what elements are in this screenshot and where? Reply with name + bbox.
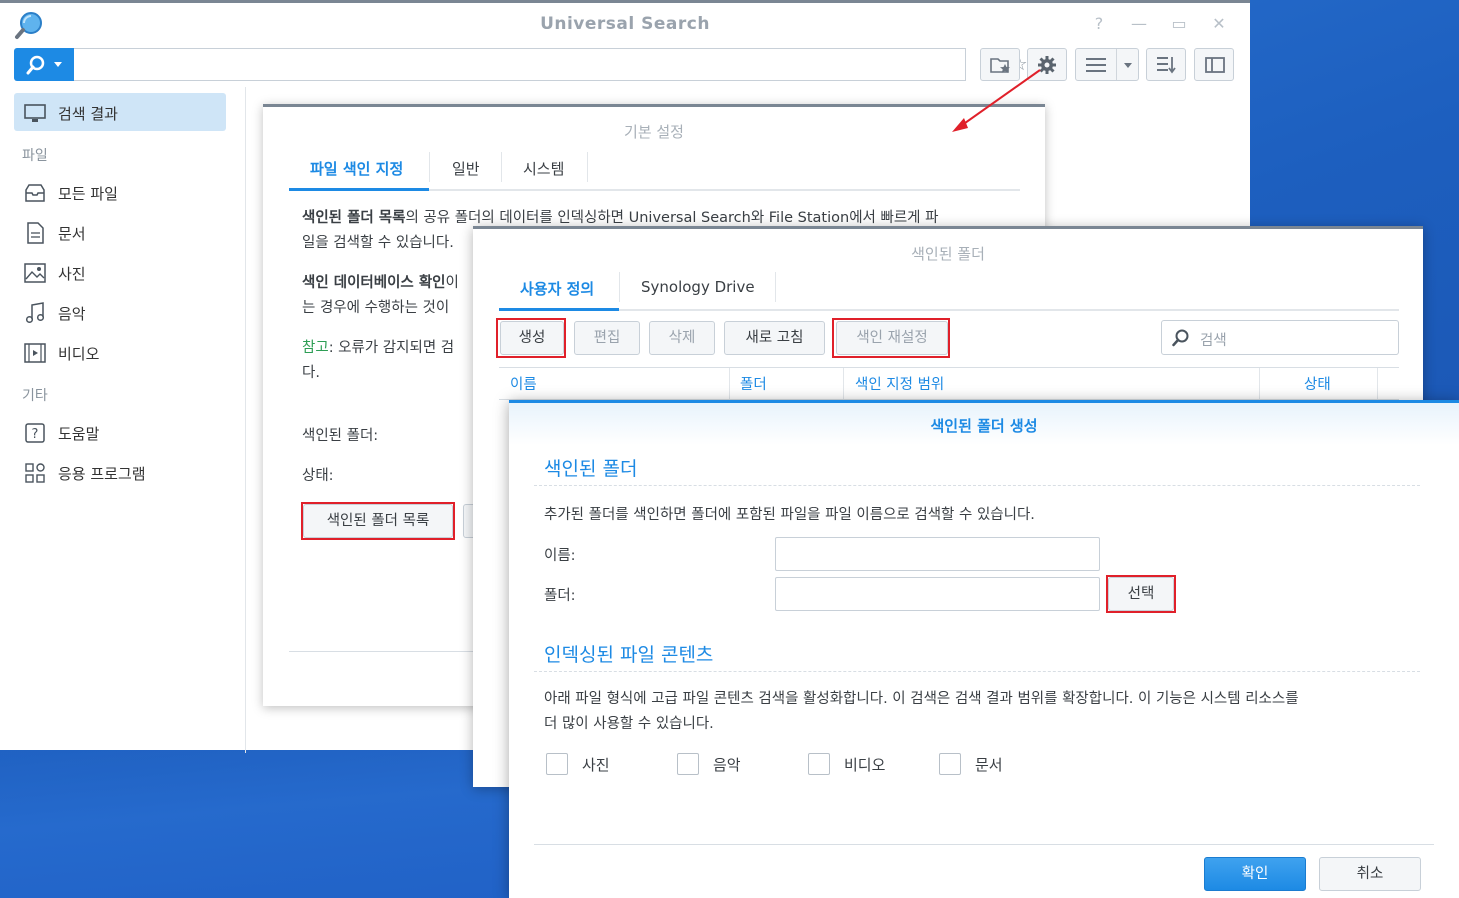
dialog-title: 색인된 폴더 생성 bbox=[930, 417, 1038, 435]
checkbox-documents[interactable] bbox=[939, 753, 961, 775]
monitor-icon bbox=[24, 104, 46, 122]
sidebar-item-label: 문서 bbox=[58, 225, 86, 243]
database-check-description: 색인 데이터베이스 확인이 는 경우에 수행하는 것이 bbox=[302, 275, 459, 316]
highlight-box bbox=[301, 502, 455, 540]
folder-input[interactable] bbox=[775, 577, 1100, 611]
name-input[interactable] bbox=[775, 537, 1100, 571]
column-header-name[interactable]: 이름 bbox=[510, 373, 537, 394]
music-icon bbox=[25, 302, 45, 324]
sort-icon bbox=[1157, 57, 1176, 74]
folder-list-term: 색인된 폴더 목록 bbox=[302, 210, 406, 226]
sort-button[interactable] bbox=[1146, 48, 1186, 81]
tab-system[interactable]: 시스템 bbox=[523, 158, 564, 179]
toolbar: ☆ bbox=[0, 45, 1250, 87]
window-title: Universal Search bbox=[540, 14, 710, 34]
sidebar-item-label: 비디오 bbox=[58, 345, 100, 363]
apps-icon bbox=[25, 463, 45, 483]
name-label: 이름: bbox=[544, 548, 576, 564]
delete-button[interactable]: 삭제 bbox=[649, 321, 715, 355]
highlight-box bbox=[832, 318, 950, 358]
sidebar-item-video[interactable]: 비디오 bbox=[14, 333, 226, 371]
sidebar-item-label: 모든 파일 bbox=[58, 185, 118, 203]
checkbox-video[interactable] bbox=[808, 753, 830, 775]
note-text: 참고: 오류가 감지되면 검 다. bbox=[302, 340, 455, 381]
sidebar-item-applications[interactable]: 응용 프로그램 bbox=[14, 453, 226, 491]
help-icon[interactable]: ? bbox=[1088, 13, 1110, 35]
sidebar-item-label: 응용 프로그램 bbox=[58, 465, 146, 483]
highlight-box bbox=[1106, 575, 1176, 613]
minimize-icon[interactable]: — bbox=[1128, 13, 1150, 35]
sidebar-item-documents[interactable]: 문서 bbox=[14, 213, 226, 251]
preview-pane-button[interactable] bbox=[1194, 48, 1234, 81]
search-input[interactable]: ☆ bbox=[74, 48, 1028, 81]
cancel-button[interactable]: 취소 bbox=[1319, 857, 1421, 891]
help-icon: ? bbox=[25, 423, 45, 443]
create-indexed-folder-dialog: 색인된 폴더 생성 색인된 폴더 추가된 폴더를 색인하면 폴더에 포함된 파일… bbox=[509, 400, 1459, 898]
sidebar-item-search-results[interactable]: 검색 결과 bbox=[14, 93, 226, 131]
section-title-indexed-content: 인덱싱된 파일 콘텐츠 bbox=[544, 644, 714, 666]
checkbox-label-video: 비디오 bbox=[844, 756, 886, 774]
section-title-indexed-folder: 색인된 폴더 bbox=[544, 458, 638, 480]
search-scope-dropdown[interactable] bbox=[14, 48, 74, 81]
sidebar-item-photos[interactable]: 사진 bbox=[14, 253, 226, 291]
checkbox-music[interactable] bbox=[677, 753, 699, 775]
chevron-down-icon bbox=[1124, 63, 1132, 68]
indexed-folder-search-input[interactable]: 검색 bbox=[1161, 320, 1399, 355]
sidebar-item-label: 도움말 bbox=[58, 425, 100, 443]
tab-synology-drive[interactable]: Synology Drive bbox=[641, 278, 755, 296]
refresh-button[interactable]: 새로 고침 bbox=[724, 321, 825, 355]
column-header-folder[interactable]: 폴더 bbox=[740, 373, 767, 394]
status-label: 상태: bbox=[302, 468, 334, 484]
sidebar-group-other: 기타 bbox=[22, 388, 48, 404]
view-mode-button[interactable] bbox=[1075, 48, 1139, 81]
sidebar-item-help[interactable]: ? 도움말 bbox=[14, 413, 226, 451]
sidebar-item-music[interactable]: 음악 bbox=[14, 293, 226, 331]
list-icon bbox=[1086, 58, 1106, 72]
column-header-status[interactable]: 상태 bbox=[1304, 373, 1331, 394]
video-icon bbox=[24, 343, 46, 363]
content-indexing-description: 아래 파일 형식에 고급 파일 콘텐츠 검색을 활성화합니다. 이 검색은 검색… bbox=[544, 691, 1299, 732]
tab-custom[interactable]: 사용자 정의 bbox=[520, 278, 594, 299]
sidebar-group-files: 파일 bbox=[22, 148, 48, 164]
section-description: 추가된 폴더를 색인하면 폴더에 포함된 파일을 파일 이름으로 검색할 수 있… bbox=[544, 507, 1035, 523]
ok-button[interactable]: 확인 bbox=[1204, 857, 1306, 891]
indexed-folder-label: 색인된 폴더: bbox=[302, 428, 379, 444]
document-icon bbox=[27, 222, 44, 244]
svg-text:?: ? bbox=[32, 427, 39, 442]
search-icon bbox=[1172, 329, 1189, 347]
sidebar-item-label: 사진 bbox=[58, 265, 86, 283]
highlight-box bbox=[496, 318, 566, 358]
annotation-arrow bbox=[952, 69, 1041, 132]
caret-down-icon bbox=[54, 62, 62, 67]
edit-button[interactable]: 편집 bbox=[574, 321, 640, 355]
sidebar: 검색 결과 파일 모든 파일 문서 사진 음악 비디오 기타 ? 도움말 응용 … bbox=[0, 87, 246, 753]
sidebar-item-all-files[interactable]: 모든 파일 bbox=[14, 173, 226, 211]
column-header-index-scope[interactable]: 색인 지정 범위 bbox=[855, 373, 944, 394]
checkbox-label-music: 음악 bbox=[713, 756, 741, 774]
dialog-title: 기본 설정 bbox=[624, 123, 684, 141]
tab-file-indexing[interactable]: 파일 색인 지정 bbox=[310, 158, 403, 179]
checkbox-label-documents: 문서 bbox=[975, 756, 1003, 774]
inbox-icon bbox=[25, 184, 45, 202]
sidebar-item-label: 검색 결과 bbox=[58, 105, 118, 123]
checkbox-photos[interactable] bbox=[546, 753, 568, 775]
tab-general[interactable]: 일반 bbox=[452, 158, 480, 179]
dialog-title: 색인된 폴더 bbox=[911, 245, 985, 263]
sidebar-item-label: 음악 bbox=[58, 305, 86, 323]
maximize-icon[interactable]: ▭ bbox=[1168, 13, 1190, 35]
image-icon bbox=[24, 263, 46, 283]
close-icon[interactable]: ✕ bbox=[1208, 13, 1230, 35]
search-icon bbox=[26, 55, 45, 75]
folder-label: 폴더: bbox=[544, 588, 576, 604]
checkbox-label-photos: 사진 bbox=[582, 756, 610, 774]
title-bar: Universal Search ? — ▭ ✕ bbox=[0, 3, 1250, 45]
panel-icon bbox=[1205, 57, 1225, 73]
search-placeholder: 검색 bbox=[1200, 333, 1227, 349]
